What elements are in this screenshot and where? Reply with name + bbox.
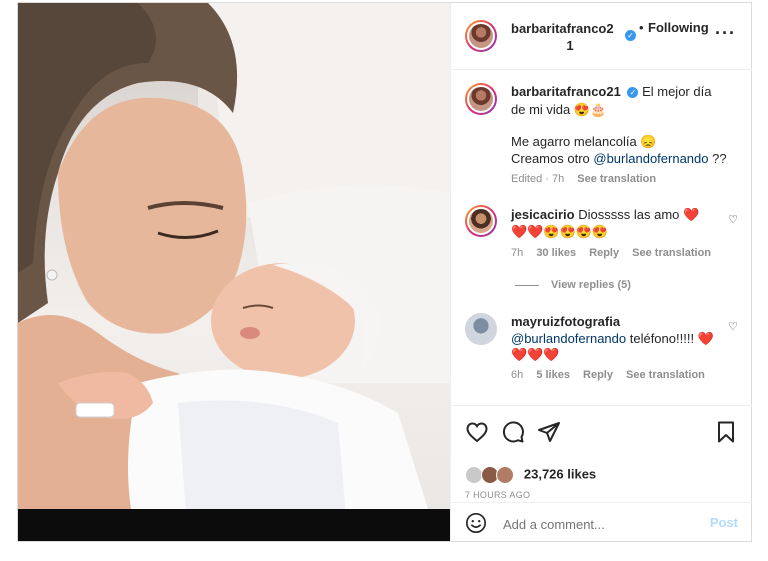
caption-username[interactable]: barbaritafranco21 (511, 84, 621, 99)
more-options-icon[interactable]: ··· (715, 23, 736, 44)
header-separator: • (639, 20, 644, 35)
comment-icon[interactable] (501, 420, 525, 444)
comment-like-heart-icon[interactable]: ♡ (728, 320, 738, 333)
share-icon[interactable] (537, 420, 561, 444)
comment-body-line2: ❤️❤️❤️ (511, 347, 560, 362)
comment-likes[interactable]: 5 likes (536, 369, 570, 381)
heart-icon[interactable] (465, 420, 489, 444)
comment-see-translation[interactable]: See translation (632, 247, 711, 259)
verified-badge-icon: ✓ (625, 30, 636, 41)
caption-line3: Creamos otro @burlandofernando ?? (511, 151, 727, 166)
comments-list[interactable]: barbaritafranco21 ✓ El mejor día de mi v… (451, 69, 752, 405)
liker-avatar (496, 466, 515, 484)
post-modal: barbaritafranco2 1 ✓ • Following ··· bar… (17, 2, 752, 542)
comment-time: 6h (511, 369, 524, 381)
caption-text: barbaritafranco21 ✓ El mejor día de mi v… (511, 83, 727, 119)
author-username[interactable]: barbaritafranco2 (511, 21, 614, 36)
comment-username[interactable]: jesicacirio (511, 207, 575, 222)
mention-link[interactable]: @burlandofernando (593, 151, 708, 166)
comment-avatar[interactable] (465, 205, 497, 237)
comment-reply[interactable]: Reply (583, 369, 613, 381)
comment-body: Diosssss las amo ❤️ (578, 207, 700, 222)
comment-username[interactable]: mayruizfotografia (511, 314, 620, 329)
comment-likes[interactable]: 30 likes (536, 247, 576, 259)
mention-link[interactable]: @burlandofernando (511, 331, 626, 346)
add-comment-bar: Post (451, 502, 752, 543)
likes-count[interactable]: 23,726 likes (524, 466, 596, 481)
verified-badge-icon: ✓ (627, 87, 639, 99)
following-button[interactable]: Following (648, 20, 709, 35)
comment-like-heart-icon[interactable]: ♡ (728, 213, 738, 226)
view-replies-button[interactable]: View replies (5) (515, 279, 631, 291)
post-photo[interactable] (18, 3, 450, 541)
post-sidebar: barbaritafranco2 1 ✓ • Following ··· bar… (450, 3, 752, 541)
caption-avatar[interactable] (465, 83, 497, 115)
emoji-icon[interactable] (465, 512, 487, 534)
comment-avatar[interactable] (465, 313, 497, 345)
comment-text: jesicacirio Diosssss las amo ❤️ (511, 206, 727, 224)
post-actions: 23,726 likes 7 HOURS AGO Post (451, 405, 752, 542)
author-avatar[interactable] (465, 20, 497, 52)
post-comment-button[interactable]: Post (710, 515, 738, 530)
caption-see-translation[interactable]: See translation (577, 173, 656, 185)
likes-summary[interactable]: 23,726 likes (465, 466, 596, 484)
comment-reply[interactable]: Reply (589, 247, 619, 259)
comment-text: mayruizfotografia (511, 313, 727, 331)
comment-meta: 7h 30 likes Reply See translation (511, 247, 711, 259)
bookmark-icon[interactable] (714, 420, 738, 444)
comment-time: 7h (511, 247, 524, 259)
caption-edited: Edited · 7h (511, 173, 565, 185)
caption-meta: Edited · 7h See translation (511, 173, 656, 185)
caption-line2: Me agarro melancolía 😞 (511, 134, 657, 149)
replies-divider (515, 284, 539, 286)
comment-see-translation[interactable]: See translation (626, 369, 705, 381)
comment-body-line2: ❤️❤️😍😍😍😍 (511, 224, 609, 239)
comment-input[interactable] (501, 513, 695, 535)
post-timestamp[interactable]: 7 HOURS AGO (465, 490, 530, 500)
post-header: barbaritafranco2 1 ✓ • Following ··· (451, 3, 752, 70)
photo-illustration (18, 3, 450, 541)
comment-meta: 6h 5 likes Reply See translation (511, 369, 705, 381)
author-username-wrap: 1 (566, 38, 574, 53)
